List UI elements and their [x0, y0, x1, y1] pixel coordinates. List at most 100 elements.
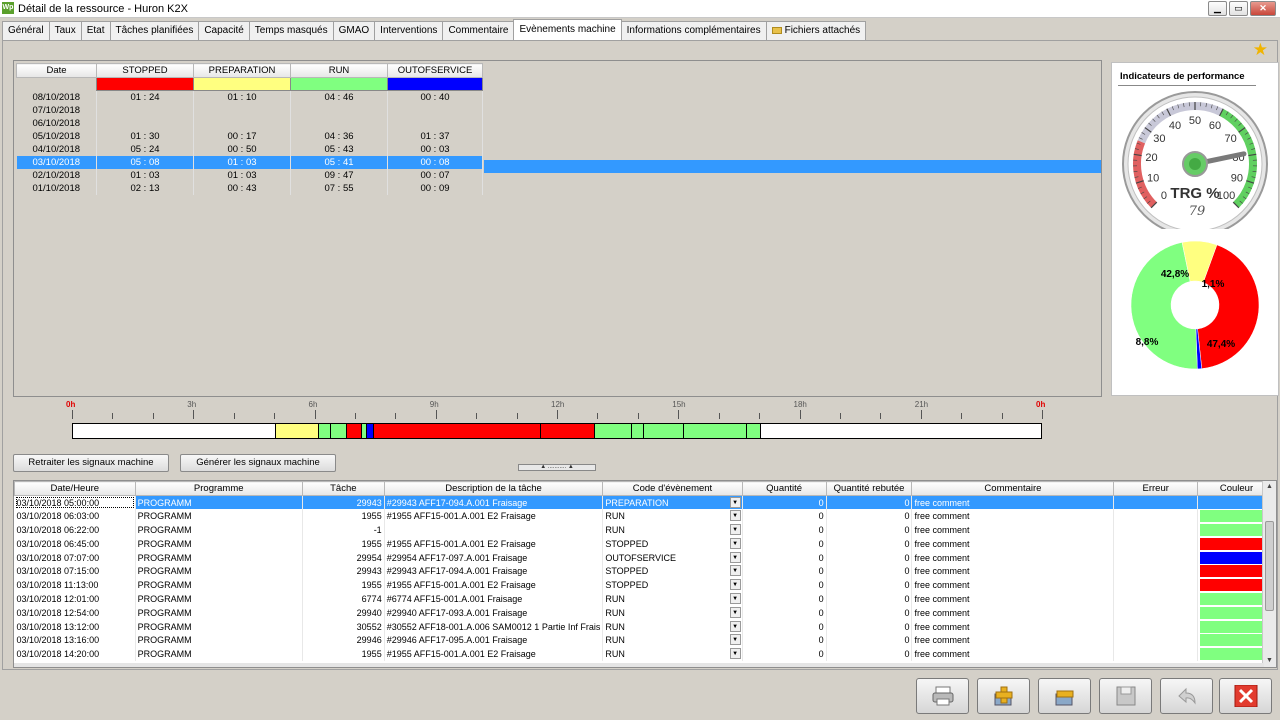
event-comment-cell[interactable]: free comment — [911, 564, 1115, 579]
event-comment-cell[interactable]: free comment — [911, 509, 1115, 524]
scroll-up-icon[interactable]: ▲ — [1264, 481, 1275, 493]
tab-taux[interactable]: Taux — [48, 21, 82, 40]
favorite-star-icon[interactable]: ★ — [1253, 40, 1268, 60]
imprimer-button[interactable]: Imprimer — [916, 678, 969, 714]
event-row[interactable]: 03/10/2018 07:07:00 PROGRAMM 29954 #29954 A… — [14, 550, 1276, 565]
tab-etat[interactable]: Etat — [80, 21, 111, 40]
timeline-segment[interactable] — [345, 424, 361, 438]
summary-header-3[interactable]: RUN — [290, 63, 388, 78]
tab-capacit-[interactable]: Capacité — [198, 21, 250, 40]
summary-row[interactable]: 02/10/2018 01 : 03 01 : 03 09 : 47 00 : 07 — [16, 168, 483, 182]
timeline-segment[interactable] — [317, 424, 331, 438]
close-window-button[interactable]: ✕ — [1250, 1, 1276, 16]
chevron-down-icon[interactable]: ▼ — [729, 537, 741, 549]
tab-gmao[interactable]: GMAO — [332, 21, 376, 40]
event-row[interactable]: 03/10/2018 13:12:00 PROGRAMM 30552 #30552 A… — [14, 619, 1276, 634]
event-comment-cell[interactable]: free comment — [911, 495, 1115, 510]
event-code-select[interactable]: PREPARATION ▼ — [602, 495, 743, 510]
event-comment-cell[interactable]: free comment — [911, 550, 1115, 565]
timeline-segment[interactable] — [539, 424, 595, 438]
event-row[interactable]: 03/10/2018 06:03:00 PROGRAMM 1955 #1955 AFF… — [14, 509, 1276, 524]
events-header-6[interactable]: Quantité rebutée — [825, 481, 913, 496]
event-code-select[interactable]: RUN ▼ — [602, 523, 743, 537]
tab-ev-nements-machine[interactable]: Evènements machine — [513, 19, 622, 40]
events-scrollbar[interactable]: ▲ ▼ — [1262, 481, 1276, 667]
event-code-select[interactable]: RUN ▼ — [602, 605, 743, 620]
event-comment-cell[interactable]: free comment — [911, 619, 1115, 634]
minimize-button[interactable]: ▁ — [1208, 1, 1227, 16]
events-header-0[interactable]: Date/Heure — [14, 481, 136, 496]
chevron-down-icon[interactable]: ▼ — [729, 510, 741, 522]
event-code-select[interactable]: RUN ▼ — [602, 509, 743, 524]
events-header-8[interactable]: Erreur — [1113, 481, 1198, 496]
summary-row[interactable]: 03/10/2018 05 : 08 01 : 03 05 : 41 00 : 08 — [16, 155, 483, 169]
timeline-segment[interactable] — [330, 424, 346, 438]
supprimer-button[interactable]: Supprimer — [1038, 678, 1091, 714]
timeline-bar[interactable] — [72, 423, 1042, 439]
event-row[interactable]: 03/10/2018 06:45:00 PROGRAMM 1955 #1955 AFF… — [14, 536, 1276, 551]
event-row[interactable]: 03/10/2018 14:20:00 PROGRAMM 1955 #1955 AFF… — [14, 647, 1276, 662]
event-comment-cell[interactable]: free comment — [911, 633, 1115, 648]
event-code-select[interactable]: STOPPED ▼ — [602, 564, 743, 579]
tab-t-ches-planifi-es[interactable]: Tâches planifiées — [109, 21, 200, 40]
event-code-select[interactable]: RUN ▼ — [602, 592, 743, 606]
events-header-4[interactable]: Code d'évènement — [602, 481, 743, 496]
events-header-1[interactable]: Programme — [134, 481, 303, 496]
chevron-down-icon[interactable]: ▼ — [729, 524, 741, 536]
timeline-segment[interactable] — [594, 424, 631, 438]
chevron-down-icon[interactable]: ▼ — [729, 579, 741, 591]
fermer-button[interactable]: Fermer — [1219, 678, 1272, 714]
timeline-segment[interactable] — [366, 424, 373, 438]
summary-row[interactable]: 01/10/2018 02 : 13 00 : 43 07 : 55 00 : 09 — [16, 181, 483, 195]
ajouter-button[interactable]: Ajouter — [977, 678, 1030, 714]
event-comment-cell[interactable]: free comment — [911, 523, 1115, 537]
summary-row[interactable]: 05/10/2018 01 : 30 00 : 17 04 : 36 01 : 37 — [16, 129, 483, 143]
event-row[interactable]: 03/10/2018 07:15:00 PROGRAMM 29943 #29943 A… — [14, 564, 1276, 579]
summary-row[interactable]: 07/10/2018 — [16, 103, 483, 117]
chevron-down-icon[interactable]: ▼ — [729, 551, 741, 563]
event-comment-cell[interactable]: free comment — [911, 536, 1115, 551]
timeline-segment[interactable] — [683, 424, 746, 438]
timeline-segment[interactable] — [372, 424, 540, 438]
event-row[interactable]: 03/10/2018 06:22:00 PROGRAMM -1 RUN ▼ 0 0 free … — [14, 523, 1276, 537]
chevron-down-icon[interactable]: ▼ — [729, 593, 741, 605]
summary-row[interactable]: 06/10/2018 — [16, 116, 483, 130]
event-comment-cell[interactable]: free comment — [911, 647, 1115, 662]
scroll-thumb[interactable] — [1265, 521, 1274, 611]
horizontal-scrollbar[interactable] — [14, 663, 1264, 667]
scroll-down-icon[interactable]: ▼ — [1264, 655, 1275, 667]
timeline-segment[interactable] — [630, 424, 643, 438]
chevron-down-icon[interactable]: ▼ — [729, 648, 741, 660]
event-row[interactable]: 03/10/2018 13:16:00 PROGRAMM 29946 #29946 A… — [14, 633, 1276, 648]
event-code-select[interactable]: RUN ▼ — [602, 633, 743, 648]
summary-header-2[interactable]: PREPARATION — [193, 63, 291, 78]
maximize-button[interactable]: ▭ — [1229, 1, 1248, 16]
selected-row-highlight[interactable] — [484, 160, 1101, 173]
event-code-select[interactable]: OUTOFSERVICE ▼ — [602, 550, 743, 565]
summary-header-0[interactable]: Date — [16, 63, 97, 78]
events-header-5[interactable]: Quantité — [741, 481, 827, 496]
valider-button[interactable]: Valider — [1099, 678, 1152, 714]
event-row[interactable]: 03/10/2018 12:54:00 PROGRAMM 29940 #29940 A… — [14, 605, 1276, 620]
events-header-3[interactable]: Description de la tâche — [383, 481, 604, 496]
event-comment-cell[interactable]: free comment — [911, 592, 1115, 606]
event-comment-cell[interactable]: free comment — [911, 578, 1115, 593]
tab-temps-masqu-s[interactable]: Temps masqués — [248, 21, 334, 40]
event-code-select[interactable]: STOPPED ▼ — [602, 536, 743, 551]
event-code-select[interactable]: RUN ▼ — [602, 619, 743, 634]
chevron-down-icon[interactable]: ▼ — [729, 497, 741, 508]
chevron-down-icon[interactable]: ▼ — [729, 620, 741, 632]
chevron-down-icon[interactable]: ▼ — [729, 565, 741, 577]
event-code-select[interactable]: RUN ▼ — [602, 647, 743, 662]
event-row[interactable]: 03/10/2018 11:13:00 PROGRAMM 1955 #1955 AFF… — [14, 578, 1276, 593]
timeline-segment[interactable] — [745, 424, 761, 438]
retraiter-signaux-button[interactable]: Retraiter les signaux machine — [13, 454, 169, 472]
tab-fichiers-attach-s[interactable]: Fichiers attachés — [765, 21, 867, 40]
events-header-7[interactable]: Commentaire — [911, 481, 1115, 496]
timeline-segment[interactable] — [642, 424, 684, 438]
events-header-2[interactable]: Tâche — [301, 481, 385, 496]
event-row[interactable]: 03/10/2018 05:00:00 PROGRAMM 29943 #29943 A… — [14, 495, 1276, 510]
annuler-button[interactable]: Annuler — [1160, 678, 1213, 714]
chevron-down-icon[interactable]: ▼ — [729, 634, 741, 646]
summary-row[interactable]: 04/10/2018 05 : 24 00 : 50 05 : 43 00 : 03 — [16, 142, 483, 156]
